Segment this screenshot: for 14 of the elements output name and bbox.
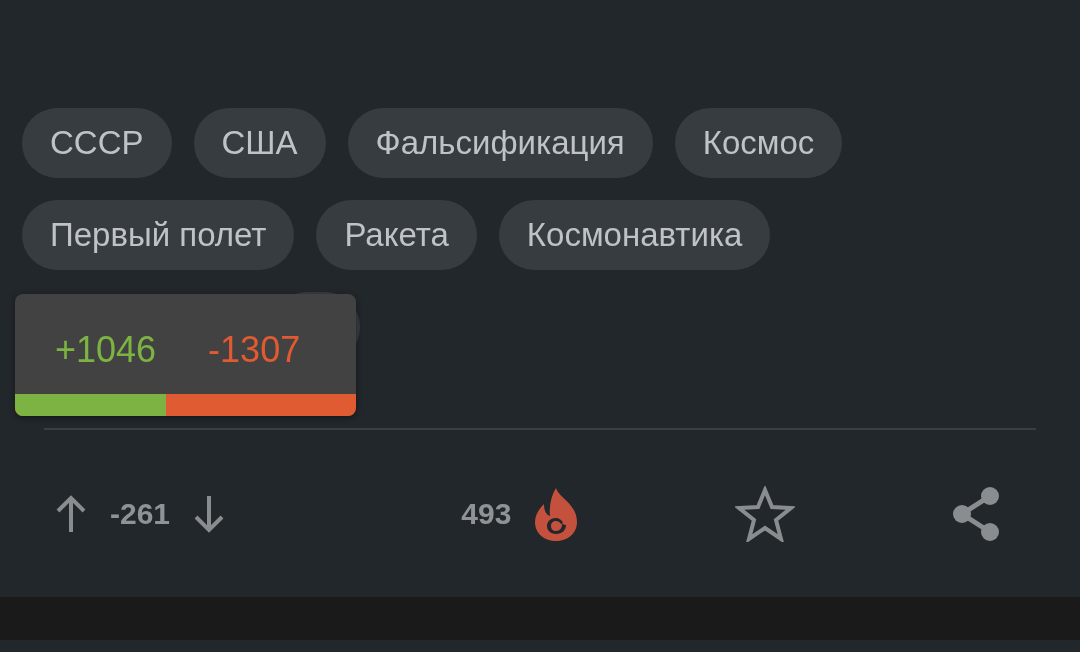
share-icon[interactable] [950,485,1002,542]
tag-chip[interactable]: Космонавтика [498,200,771,270]
tag-chip[interactable]: Первый полет [22,200,295,270]
hot-count: 493 [461,496,512,531]
tag-chip[interactable]: СССР [22,108,172,178]
tag-chip[interactable]: США [193,108,326,178]
tag-chip[interactable]: Ракета [316,200,477,270]
plus-count: +1046 [55,329,157,371]
upvote-arrow-icon[interactable] [54,493,88,534]
tag-chip[interactable]: Космос [674,108,843,178]
rating-count: -261 [110,496,171,531]
star-icon[interactable] [734,485,795,542]
tag-chip[interactable]: Фальсификация [347,108,653,178]
minus-count: -1307 [208,329,301,371]
